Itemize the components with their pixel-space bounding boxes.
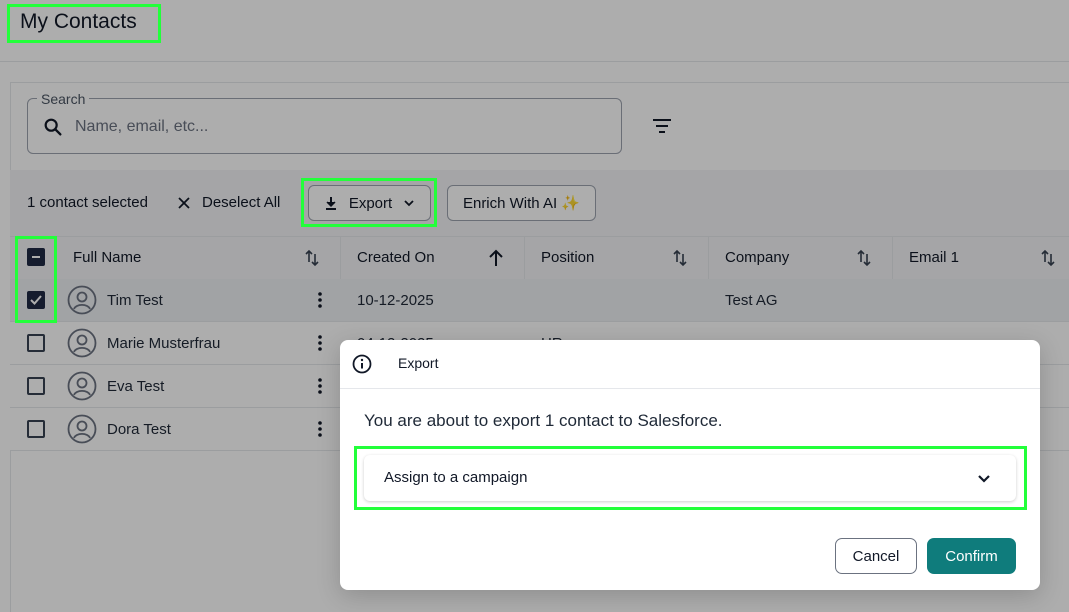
- export-dialog: Export You are about to export 1 contact…: [340, 340, 1040, 590]
- contacts-page: My Contacts Search 1 contact selected De…: [0, 0, 1069, 612]
- cancel-button[interactable]: Cancel: [835, 538, 917, 574]
- dialog-message: You are about to export 1 contact to Sal…: [364, 411, 723, 430]
- chevron-down-icon: [978, 475, 990, 483]
- dialog-title: Export: [398, 355, 439, 371]
- dialog-header: Export: [340, 340, 1040, 389]
- campaign-select[interactable]: Assign to a campaign: [364, 455, 1016, 501]
- campaign-select-label: Assign to a campaign: [384, 469, 528, 486]
- info-icon: [352, 354, 372, 374]
- confirm-button[interactable]: Confirm: [927, 538, 1016, 574]
